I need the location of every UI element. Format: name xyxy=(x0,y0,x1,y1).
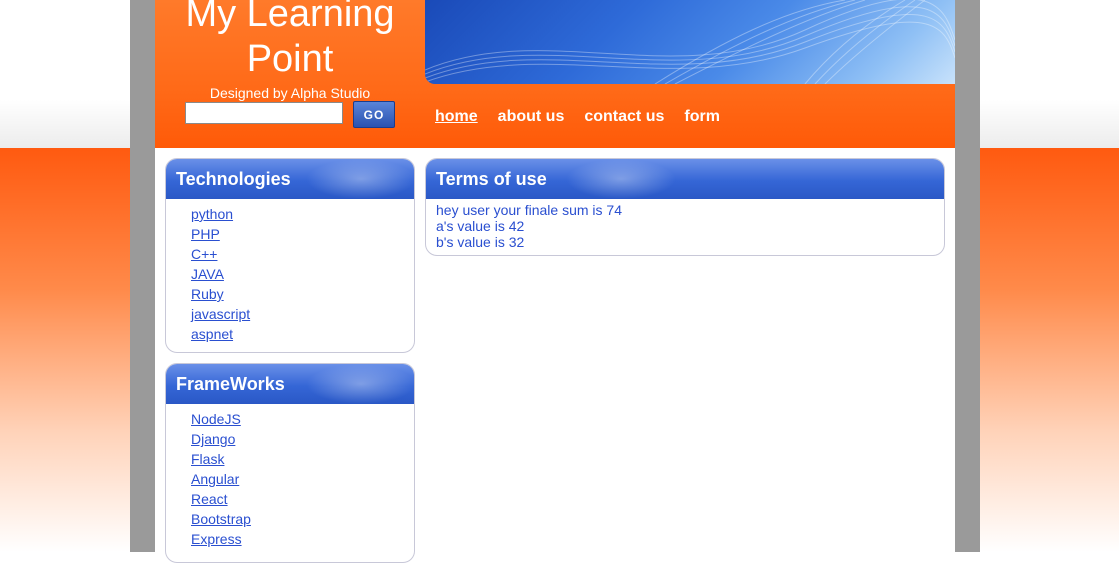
result-a-value-text: a's value is 42 xyxy=(436,218,525,234)
page-content: My Learning Point Designed by Alpha Stud… xyxy=(155,0,955,563)
list-item: Ruby xyxy=(191,284,414,304)
technology-link-aspnet[interactable]: aspnet xyxy=(191,326,233,342)
site-header: My Learning Point Designed by Alpha Stud… xyxy=(155,0,955,148)
list-item: python xyxy=(191,204,414,224)
framework-link-express[interactable]: Express xyxy=(191,531,242,547)
header-banner-image xyxy=(425,0,955,84)
result-b-value-text: b's value is 32 xyxy=(436,234,525,250)
list-item: Bootstrap xyxy=(191,509,414,529)
list-item: aspnet xyxy=(191,324,414,344)
list-item: Django xyxy=(191,429,414,449)
search-go-button[interactable]: GO xyxy=(353,101,395,128)
list-item: javascript xyxy=(191,304,414,324)
result-sum-text: hey user your finale sum is 74 xyxy=(436,202,622,218)
frameworks-heading: FrameWorks xyxy=(166,364,414,404)
list-item: JAVA xyxy=(191,264,414,284)
frameworks-box: FrameWorks NodeJS Django Flask Angular R… xyxy=(165,363,415,563)
nav-contact-us[interactable]: contact us xyxy=(584,108,664,132)
list-item: Angular xyxy=(191,469,414,489)
technology-link-php[interactable]: PHP xyxy=(191,226,220,242)
technologies-box: Technologies python PHP C++ JAVA Ruby ja… xyxy=(165,158,415,353)
technology-link-javascript[interactable]: javascript xyxy=(191,306,250,322)
list-item: C++ xyxy=(191,244,414,264)
frameworks-list: NodeJS Django Flask Angular React Bootst… xyxy=(166,404,414,549)
list-item: React xyxy=(191,489,414,509)
terms-of-use-heading: Terms of use xyxy=(426,159,944,199)
nav-home[interactable]: home xyxy=(435,108,478,132)
framework-link-bootstrap[interactable]: Bootstrap xyxy=(191,511,251,527)
main-navigation: home about us contact us form xyxy=(435,108,720,132)
list-item: NodeJS xyxy=(191,409,414,429)
search-input[interactable] xyxy=(185,102,343,124)
site-title: My Learning Point xyxy=(185,0,395,80)
list-item: PHP xyxy=(191,224,414,244)
technology-link-cpp[interactable]: C++ xyxy=(191,246,217,262)
nav-about-us[interactable]: about us xyxy=(498,108,565,132)
framework-link-django[interactable]: Django xyxy=(191,431,235,447)
site-designer-credit: Designed by Alpha Studio xyxy=(209,85,371,101)
terms-of-use-box: Terms of use hey user your finale sum is… xyxy=(425,158,945,256)
framework-link-angular[interactable]: Angular xyxy=(191,471,239,487)
technologies-list: python PHP C++ JAVA Ruby javascript aspn… xyxy=(166,199,414,344)
page-frame: My Learning Point Designed by Alpha Stud… xyxy=(130,0,980,563)
technology-link-ruby[interactable]: Ruby xyxy=(191,286,224,302)
technologies-heading: Technologies xyxy=(166,159,414,199)
terms-of-use-content: hey user your finale sum is 74 a's value… xyxy=(426,199,944,250)
technology-link-python[interactable]: python xyxy=(191,206,233,222)
framework-link-react[interactable]: React xyxy=(191,491,228,507)
list-item: Flask xyxy=(191,449,414,469)
framework-link-flask[interactable]: Flask xyxy=(191,451,224,467)
technology-link-java[interactable]: JAVA xyxy=(191,266,224,282)
list-item: Express xyxy=(191,529,414,549)
nav-form[interactable]: form xyxy=(684,108,720,132)
framework-link-nodejs[interactable]: NodeJS xyxy=(191,411,241,427)
